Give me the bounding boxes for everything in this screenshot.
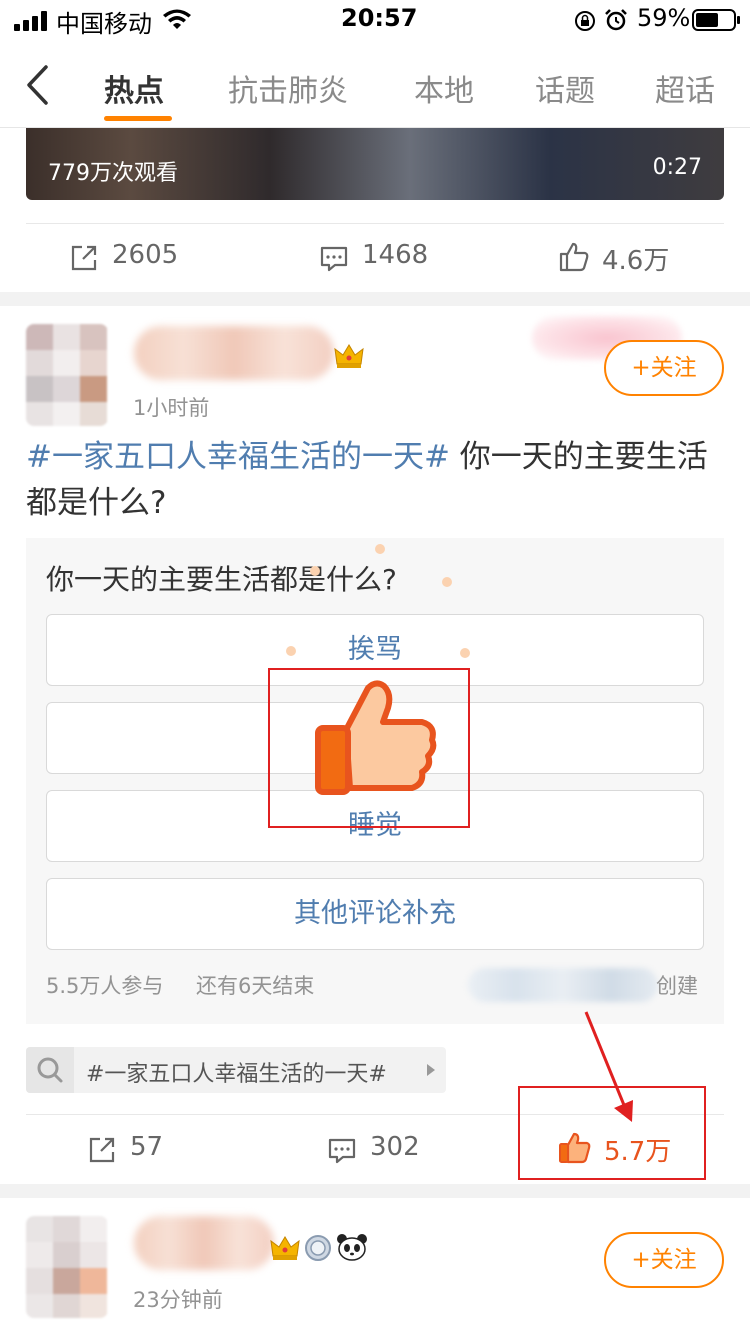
comment-count: 1468 — [362, 240, 429, 270]
crown-badge-icon — [270, 1236, 300, 1260]
tab-super-topics[interactable]: 超话 — [655, 66, 715, 110]
signal-icon — [14, 11, 50, 31]
decorative-dot — [375, 544, 385, 554]
wifi-icon — [163, 9, 191, 29]
comment-count: 302 — [370, 1132, 420, 1162]
repost-button[interactable]: 2605 — [70, 240, 220, 276]
battery-percent: 59% — [637, 4, 691, 32]
top-nav: 热点 抗击肺炎 本地 话题 超话 — [0, 40, 750, 128]
post-time: 23分钟前 — [133, 1288, 223, 1312]
chevron-left-icon[interactable] — [24, 64, 50, 106]
crown-badge-icon — [334, 344, 364, 368]
video-views: 779万次观看 — [48, 161, 178, 186]
topic-link[interactable]: #一家五口人幸福生活的一天# — [26, 439, 450, 475]
search-icon — [37, 1057, 63, 1083]
repost-button[interactable]: 57 — [88, 1132, 208, 1168]
repost-count: 57 — [130, 1132, 164, 1162]
orientation-lock-icon — [575, 11, 595, 31]
avatar[interactable] — [26, 324, 108, 426]
comment-button[interactable]: 302 — [328, 1132, 458, 1168]
post-text: #一家五口人幸福生活的一天# 你一天的主要生活都是什么? — [26, 434, 726, 526]
username[interactable] — [134, 1216, 274, 1270]
decorative-dot — [286, 646, 296, 656]
clock-time: 20:57 — [341, 4, 418, 32]
repost-icon — [89, 1137, 115, 1163]
caret-right-icon — [427, 1064, 435, 1076]
decorative-dot — [460, 648, 470, 658]
poll-participants: 5.5万人参与 — [46, 974, 164, 998]
panda-badge-icon — [337, 1234, 367, 1261]
battery-icon — [692, 9, 740, 31]
medal-badge-icon — [305, 1235, 331, 1261]
alarm-icon — [605, 9, 627, 31]
tab-local[interactable]: 本地 — [414, 66, 474, 110]
feed-separator — [0, 292, 750, 306]
comment-icon — [328, 1138, 356, 1164]
tab-fight-pneumonia[interactable]: 抗击肺炎 — [228, 66, 348, 110]
divider — [26, 223, 724, 224]
username[interactable] — [134, 326, 334, 380]
tab-hot[interactable]: 热点 — [104, 66, 164, 110]
carrier-label: 中国移动 — [56, 10, 152, 38]
follow-button[interactable]: +关注 — [604, 1232, 724, 1288]
poll-remaining: 还有6天结束 — [196, 974, 315, 998]
comment-icon — [320, 246, 348, 272]
annotation-arrow-icon — [584, 1011, 633, 1122]
tab-topics[interactable]: 话题 — [535, 66, 595, 110]
topic-tag[interactable]: #一家五口人幸福生活的一天# — [26, 1047, 446, 1093]
status-bar: 中国移动 20:57 59% — [0, 0, 750, 40]
comment-button[interactable]: 1468 — [320, 240, 470, 276]
like-count: 4.6万 — [602, 246, 670, 276]
avatar[interactable] — [26, 1216, 108, 1318]
like-button[interactable]: 4.6万 — [558, 240, 698, 276]
follow-button[interactable]: +关注 — [604, 340, 724, 396]
poll-question: 你一天的主要生活都是什么? — [46, 563, 397, 596]
video-thumbnail[interactable]: 779万次观看 0:27 — [26, 128, 724, 200]
post-time: 1小时前 — [133, 396, 210, 420]
poll-creator — [468, 968, 658, 1002]
video-duration: 0:27 — [652, 155, 702, 180]
decorative-dot — [442, 577, 452, 587]
poll-option-other[interactable]: 其他评论补充 — [46, 878, 704, 950]
decorative-dot — [310, 566, 320, 576]
feed-separator — [0, 1184, 750, 1198]
repost-count: 2605 — [112, 240, 179, 270]
annotation-highlight-box — [268, 668, 470, 828]
topic-tag-label: #一家五口人幸福生活的一天# — [86, 1062, 387, 1087]
active-tab-indicator — [104, 116, 172, 121]
poll-created-label: 创建 — [656, 974, 698, 998]
thumbs-up-icon — [559, 242, 589, 272]
repost-icon — [71, 245, 97, 271]
topic-icon-box — [26, 1047, 74, 1093]
